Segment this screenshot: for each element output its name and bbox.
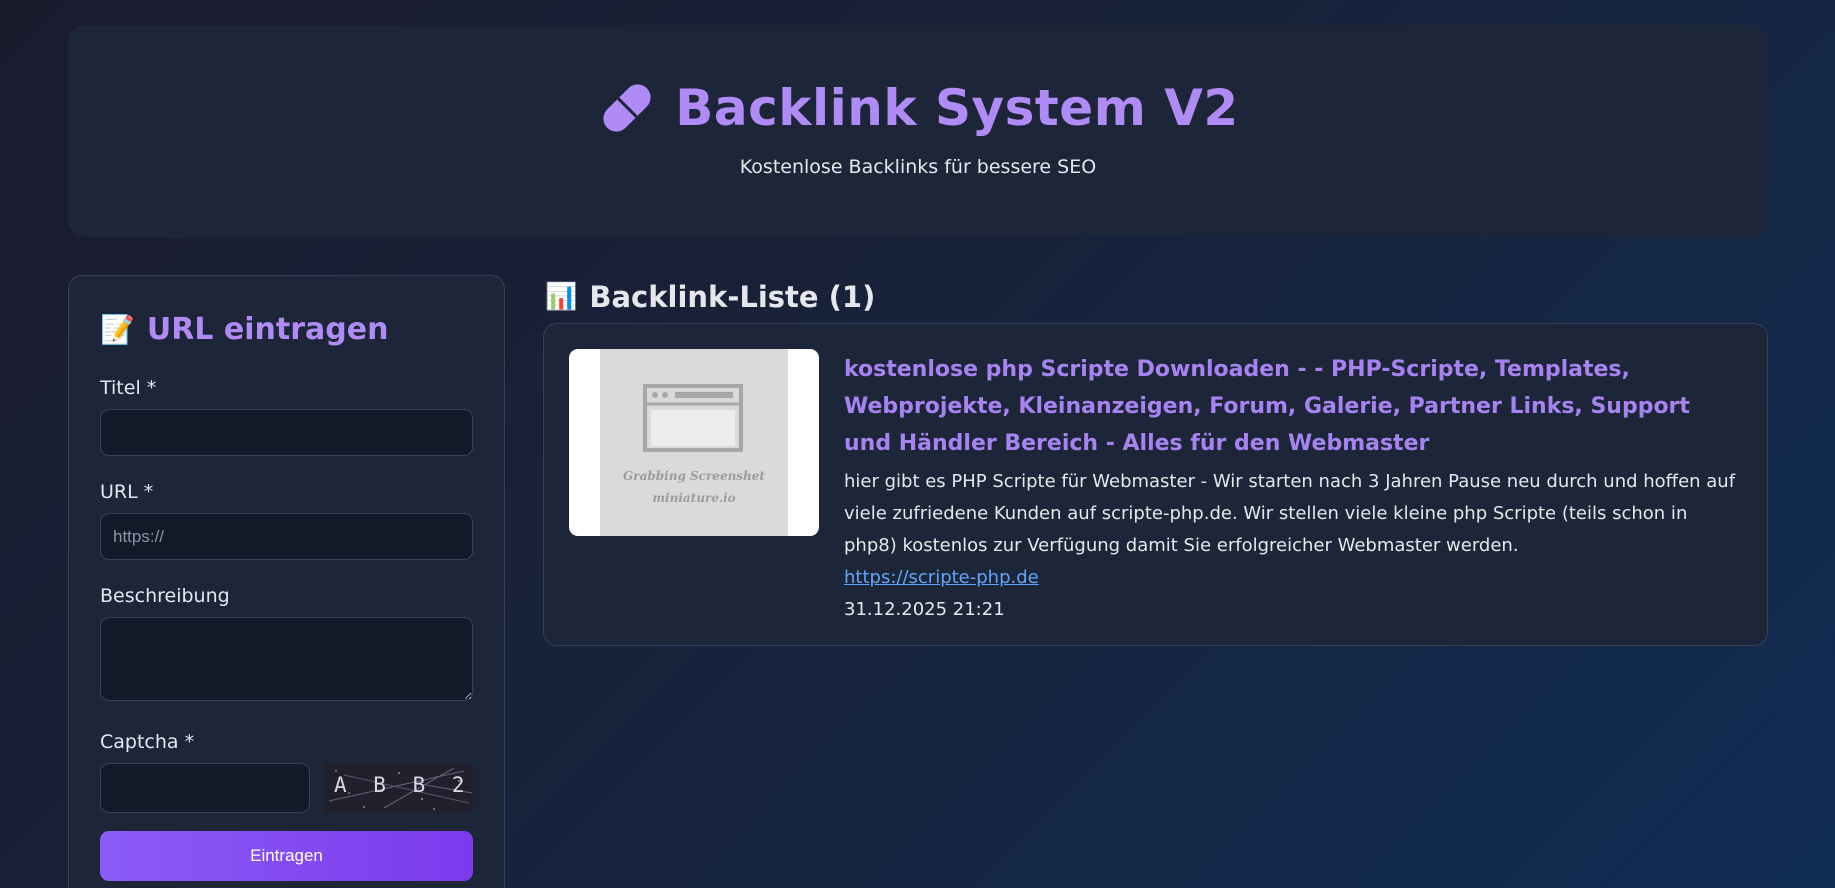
page-header: Backlink System V2 Kostenlose Backlinks … (68, 25, 1768, 237)
titel-label: Titel * (100, 377, 157, 399)
page: Backlink System V2 Kostenlose Backlinks … (0, 0, 1835, 888)
url-submit-form: 📝 URL eintragen Titel * URL * Beschreibu… (68, 275, 505, 888)
page-subtitle: Kostenlose Backlinks für bessere SEO (739, 156, 1097, 178)
titel-group: Titel * (100, 377, 473, 456)
titel-input[interactable] (100, 409, 473, 456)
entry-url-link[interactable]: https://scripte-php.de (844, 562, 1039, 594)
captcha-input[interactable] (100, 763, 310, 813)
entry-description: hier gibt es PHP Scripte für Webmaster -… (844, 471, 1736, 556)
thumbnail-caption-line2: miniature.io (652, 491, 736, 505)
url-group: URL * (100, 481, 473, 560)
page-title: Backlink System V2 (675, 79, 1239, 137)
entry-body: kostenlose php Scripte Downloaden - - PH… (844, 351, 1744, 626)
captcha-image: A B B 2 9 2 (324, 763, 473, 813)
captcha-row: A B B 2 9 2 (100, 763, 473, 813)
browser-window-icon (643, 384, 743, 452)
captcha-group: Captcha * A B B 2 9 2 (100, 731, 473, 813)
backlink-entry: Grabbing Screenshet miniature.io kostenl… (543, 323, 1768, 646)
form-title: 📝 URL eintragen (100, 312, 473, 347)
entry-thumbnail[interactable]: Grabbing Screenshet miniature.io (569, 349, 819, 536)
thumbnail-caption: Grabbing Screenshet miniature.io (600, 465, 788, 509)
entry-title: kostenlose php Scripte Downloaden - - PH… (844, 357, 1690, 456)
backlink-list-heading: 📊 Backlink-Liste (1) (545, 280, 875, 314)
captcha-text: A B B 2 9 2 (334, 773, 473, 797)
backlink-list-title: Backlink-Liste (1) (589, 280, 876, 314)
memo-icon: 📝 (100, 313, 135, 346)
captcha-label: Captcha * (100, 731, 195, 753)
url-input[interactable] (100, 513, 473, 560)
beschreibung-label: Beschreibung (100, 585, 230, 607)
thumbnail-caption-line1: Grabbing Screenshet (623, 469, 765, 483)
link-pill-icon (597, 78, 657, 138)
beschreibung-textarea[interactable] (100, 617, 473, 701)
form-title-text: URL eintragen (146, 312, 389, 347)
eintragen-button[interactable]: Eintragen (100, 831, 473, 881)
header-title-row: Backlink System V2 (597, 78, 1238, 138)
bar-chart-icon: 📊 (545, 282, 578, 312)
beschreibung-group: Beschreibung (100, 585, 473, 705)
entry-date: 31.12.2025 21:21 (844, 599, 1005, 620)
url-label: URL * (100, 481, 154, 503)
thumbnail-placeholder: Grabbing Screenshet miniature.io (600, 349, 788, 536)
